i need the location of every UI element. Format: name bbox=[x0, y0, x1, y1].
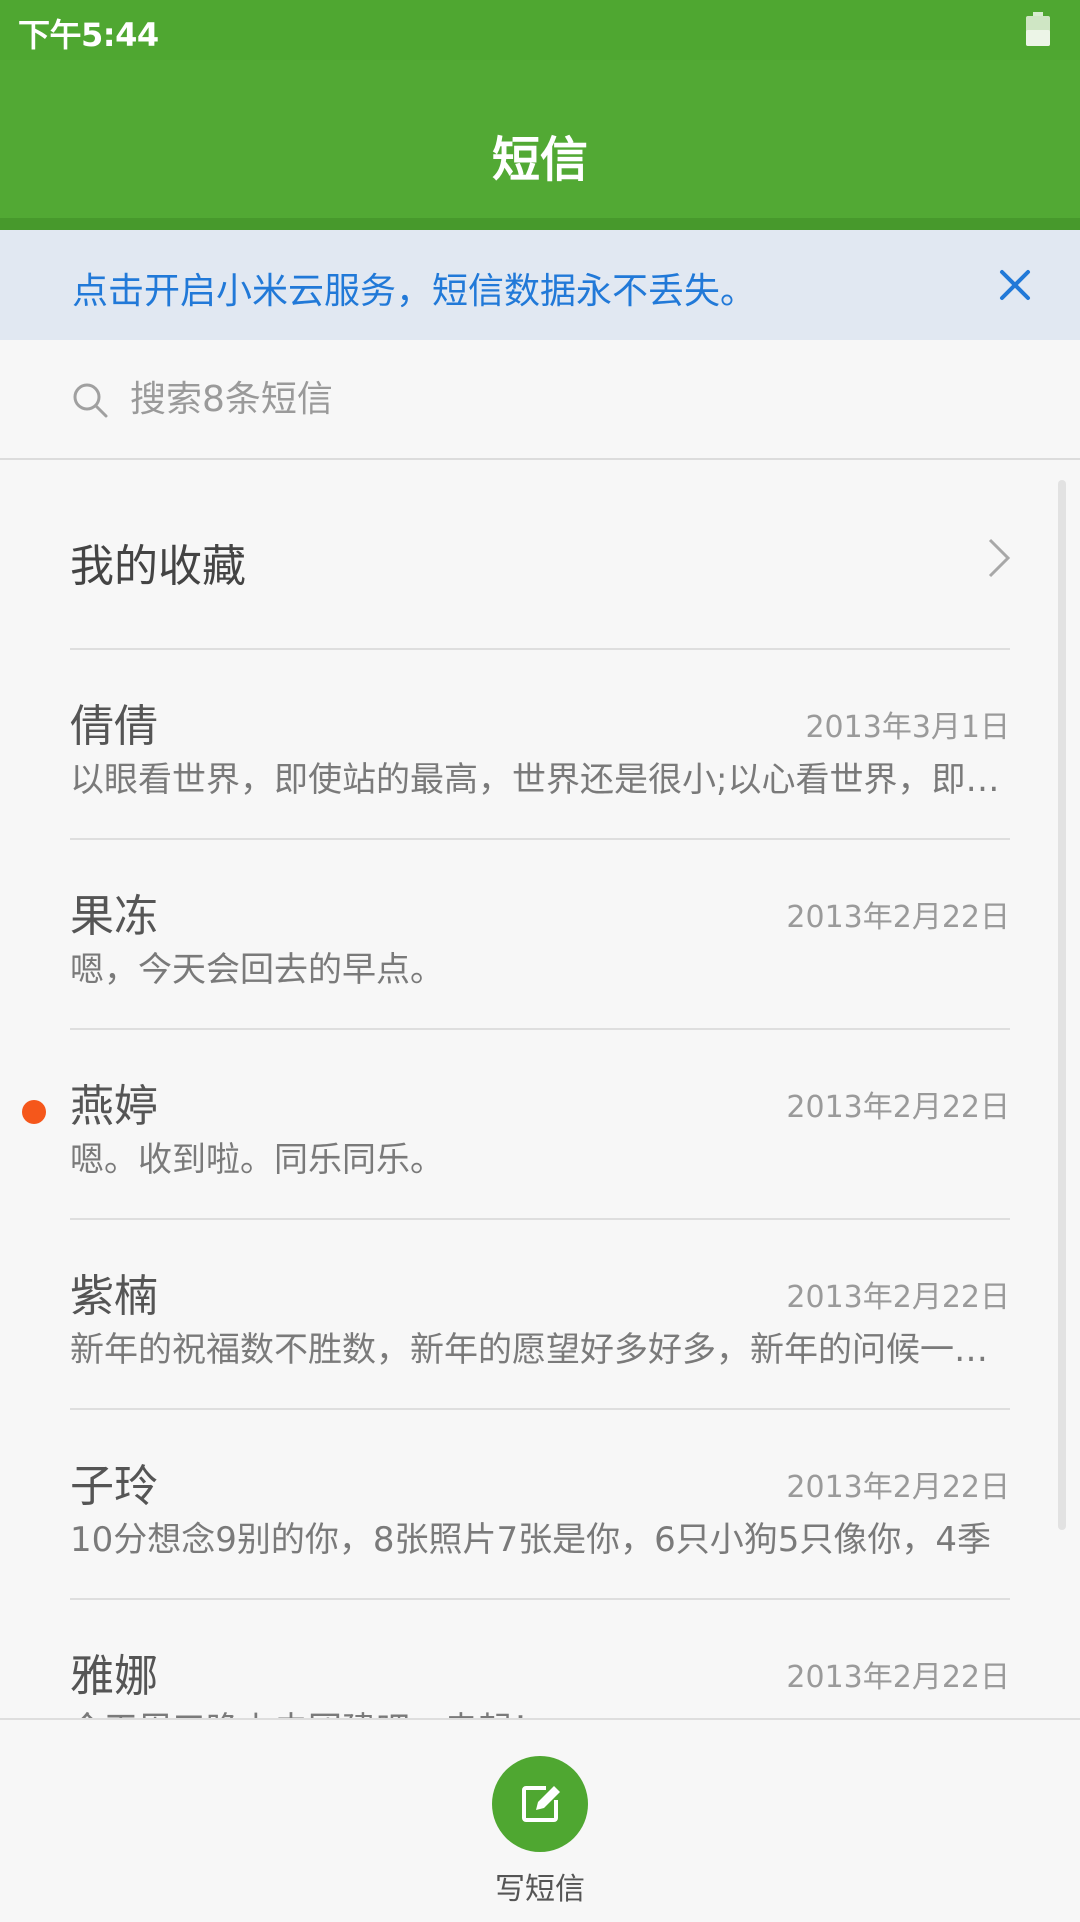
conversation-list[interactable]: 我的收藏 倩倩 2013年3月1日 以眼看世界，即使站的最高，世界还是很小;以心… bbox=[0, 460, 1080, 1720]
contact-name: 燕婷 bbox=[70, 1081, 158, 1132]
close-icon[interactable] bbox=[980, 250, 1050, 320]
message-preview: 10分想念9别的你，8张照片7张是你，6只小狗5只像你，4季 bbox=[70, 1520, 992, 1560]
contact-name: 果冻 bbox=[70, 891, 158, 942]
favorites-label: 我的收藏 bbox=[70, 541, 246, 592]
message-date: 2013年2月22日 bbox=[786, 1280, 1010, 1315]
message-preview: 嗯，今天会回去的早点。 bbox=[70, 950, 444, 990]
conversation-item[interactable]: 燕婷 2013年2月22日 嗯。收到啦。同乐同乐。 bbox=[0, 1030, 1080, 1220]
unread-dot bbox=[22, 1100, 46, 1124]
conversation-item[interactable]: 子玲 2013年2月22日 10分想念9别的你，8张照片7张是你，6只小狗5只像… bbox=[0, 1410, 1080, 1600]
contact-name: 倩倩 bbox=[70, 701, 158, 752]
message-preview: 嗯。收到啦。同乐同乐。 bbox=[70, 1140, 444, 1180]
compose-icon bbox=[522, 1786, 560, 1822]
conversation-item[interactable]: 紫楠 2013年2月22日 新年的祝福数不胜数，新年的愿望好多好多，新年的问候一… bbox=[0, 1220, 1080, 1410]
bottom-bar: 写短信 bbox=[0, 1718, 1080, 1922]
search-icon bbox=[73, 383, 108, 418]
contact-name: 雅娜 bbox=[70, 1651, 158, 1702]
scrollbar[interactable] bbox=[1058, 480, 1066, 1530]
conversation-item[interactable]: 雅娜 2013年2月22日 今天周五晚上去团建吧，走起！ bbox=[0, 1600, 1080, 1720]
status-time: 下午5:44 bbox=[18, 16, 159, 54]
message-date: 2013年3月1日 bbox=[805, 710, 1010, 745]
message-date: 2013年2月22日 bbox=[786, 1660, 1010, 1695]
battery-icon bbox=[1026, 12, 1050, 46]
status-bar: 下午5:44 bbox=[0, 0, 1080, 60]
message-date: 2013年2月22日 bbox=[786, 1090, 1010, 1125]
conversation-item[interactable]: 果冻 2013年2月22日 嗯，今天会回去的早点。 bbox=[0, 840, 1080, 1030]
compose-label[interactable]: 写短信 bbox=[0, 1864, 1080, 1908]
contact-name: 子玲 bbox=[70, 1461, 158, 1512]
message-preview: 新年的祝福数不胜数，新年的愿望好多好多，新年的问候一句一句 bbox=[70, 1330, 1006, 1370]
favorites-item[interactable]: 我的收藏 bbox=[0, 460, 1080, 650]
message-date: 2013年2月22日 bbox=[786, 1470, 1010, 1505]
conversation-item[interactable]: 倩倩 2013年3月1日 以眼看世界，即使站的最高，世界还是很小;以心看世界，即… bbox=[0, 650, 1080, 840]
banner-text[interactable]: 点击开启小米云服务，短信数据永不丢失。 bbox=[72, 262, 756, 314]
app-header: 短信 bbox=[0, 60, 1080, 220]
banner-close-button[interactable] bbox=[980, 250, 1050, 320]
page-title: 短信 bbox=[491, 132, 588, 188]
chevron-right-icon bbox=[988, 538, 1011, 578]
message-date: 2013年2月22日 bbox=[786, 900, 1010, 935]
search-bar[interactable] bbox=[0, 340, 1080, 460]
header-shadow bbox=[0, 218, 1080, 230]
search-input[interactable] bbox=[130, 370, 1010, 428]
message-preview: 以眼看世界，即使站的最高，世界还是很小;以心看世界，即使站的最低，世界也是很大 bbox=[70, 760, 1006, 800]
compose-button[interactable] bbox=[492, 1756, 588, 1852]
contact-name: 紫楠 bbox=[70, 1271, 158, 1322]
cloud-service-banner[interactable]: 点击开启小米云服务，短信数据永不丢失。 bbox=[0, 230, 1080, 340]
